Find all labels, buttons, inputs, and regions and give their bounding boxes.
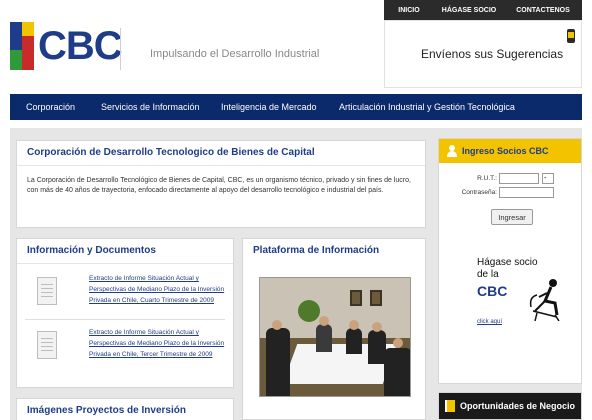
password-row: Contraseña:	[447, 187, 577, 199]
oportunidades-label: Oportunidades de Negocio	[460, 401, 576, 411]
rut-row: R.U.T.:	[447, 173, 577, 185]
tagline: Impulsando el Desarrollo Industrial	[150, 48, 320, 60]
rut-label: R.U.T.:	[477, 175, 497, 182]
person-in-chair-icon	[529, 279, 560, 321]
suggestions-text: Envíenos sus Sugerencias	[421, 47, 564, 61]
topnav-inicio[interactable]: INICIO	[384, 7, 434, 14]
rut-input[interactable]	[499, 173, 539, 184]
mobile-phone-icon	[567, 29, 575, 43]
intro-body: La Corporación de Desarrollo Tecnológico…	[27, 177, 411, 194]
password-input[interactable]	[499, 187, 554, 198]
promo-line2: de la	[477, 269, 499, 280]
document-icon	[37, 277, 57, 305]
oportunidades-banner[interactable]: Oportunidades de Negocio	[438, 392, 582, 420]
password-label: Contraseña:	[461, 189, 497, 196]
cbc-logo-text[interactable]: CBC	[38, 24, 123, 68]
suggestions-banner[interactable]: Envíenos sus Sugerencias	[384, 20, 582, 88]
login-header: Ingreso Socios CBC	[439, 139, 581, 163]
book-icon	[445, 400, 455, 412]
promo-brand: CBC	[477, 283, 508, 299]
logo-divider	[120, 28, 121, 70]
login-title: Ingreso Socios CBC	[462, 146, 549, 156]
intro-title: Corporación de Desarrollo Tecnologico de…	[17, 141, 425, 166]
rut-dv-input[interactable]	[542, 173, 554, 184]
topnav-contactenos[interactable]: CONTACTENOS	[504, 7, 582, 14]
promo-link[interactable]: click aquí	[477, 319, 502, 325]
plataforma-card: Plataforma de Información	[242, 238, 426, 420]
cbc-logo-mark-icon[interactable]	[10, 22, 34, 70]
promo-line1: Hágase socio	[477, 257, 538, 268]
document-item: Extracto de Informe Situación Actual y P…	[27, 273, 227, 313]
intro-card: Corporación de Desarrollo Tecnologico de…	[16, 140, 426, 228]
meeting-photo[interactable]	[259, 277, 411, 397]
divider	[25, 319, 225, 320]
document-link[interactable]: Extracto de Informe Situación Actual y P…	[89, 327, 225, 360]
plataforma-title: Plataforma de Información	[253, 245, 380, 256]
main-nav: Corporación Servicios de Información Int…	[10, 94, 582, 120]
topnav-hagase-socio[interactable]: HÁGASE SOCIO	[434, 7, 504, 14]
login-card: Ingreso Socios CBC R.U.T.: Contraseña: I…	[438, 138, 582, 384]
document-link[interactable]: Extracto de Informe Situación Actual y P…	[89, 273, 225, 306]
document-icon	[37, 331, 57, 359]
documents-title: Información y Documentos	[17, 239, 233, 264]
top-nav: INICIO HÁGASE SOCIO CONTACTENOS	[384, 0, 582, 20]
user-icon	[447, 145, 457, 157]
nav-inteligencia-mercado[interactable]: Inteligencia de Mercado	[205, 102, 323, 112]
nav-articulacion-industrial[interactable]: Articulación Industrial y Gestión Tecnol…	[323, 102, 515, 112]
nav-corporacion[interactable]: Corporación	[10, 102, 85, 112]
document-item: Extracto de Informe Situación Actual y P…	[27, 327, 227, 367]
header-logo-area: CBC Impulsando el Desarrollo Industrial	[0, 0, 380, 90]
login-submit-button[interactable]: Ingresar	[491, 209, 533, 225]
images-card: Imágenes Proyectos de Inversión	[16, 398, 234, 420]
documents-card: Información y Documentos Extracto de Inf…	[16, 238, 234, 388]
images-title: Imágenes Proyectos de Inversión	[17, 399, 233, 420]
join-promo-banner[interactable]: Hágase socio de la CBC click aquí	[445, 257, 577, 337]
nav-servicios-informacion[interactable]: Servicios de Información	[85, 102, 205, 112]
